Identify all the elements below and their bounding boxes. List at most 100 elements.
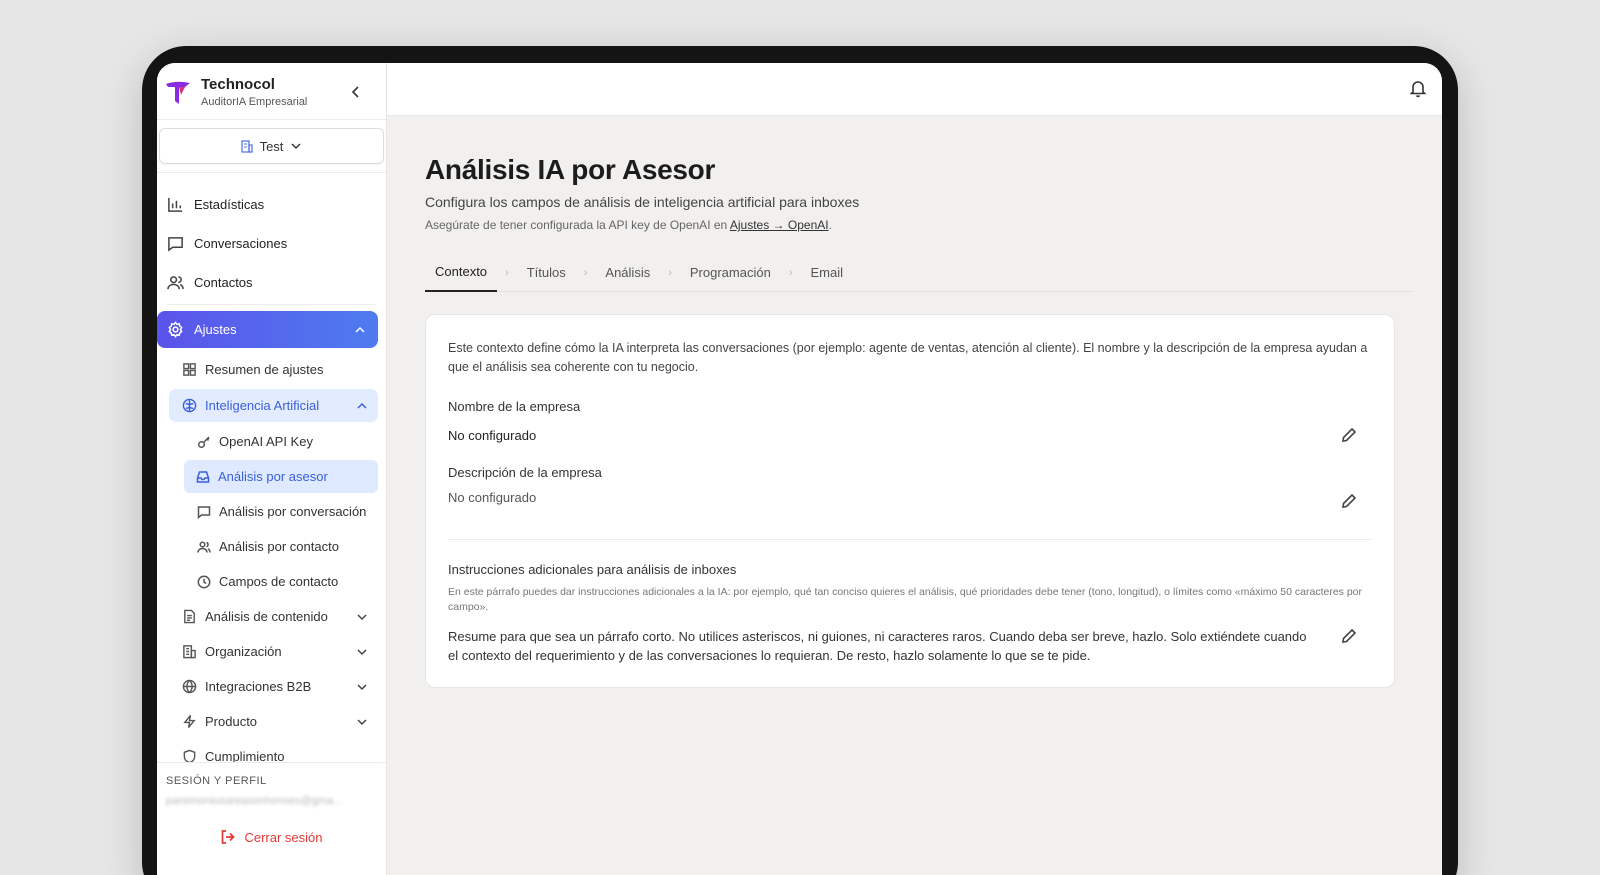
main-panel: Análisis IA por Asesor Configura los cam… <box>387 63 1442 875</box>
users-icon <box>167 276 184 290</box>
organization-select[interactable]: Test <box>159 128 384 164</box>
brand-header: Technocol AuditorIA Empresarial <box>157 63 386 120</box>
users-icon <box>197 540 211 553</box>
bell-icon <box>1409 81 1427 98</box>
chevron-right-icon: › <box>583 266 588 279</box>
nav-label: Análisis por asesor <box>218 469 328 484</box>
company-description-label: Descripción de la empresa <box>448 465 602 480</box>
organization-select-label: Test <box>259 138 284 154</box>
nav-item-contact-fields[interactable]: Campos de contacto <box>157 564 386 599</box>
nav-label: Ajustes <box>194 322 237 337</box>
tab-titles[interactable]: Títulos <box>517 254 576 292</box>
edit-company-name-button[interactable] <box>1341 427 1358 444</box>
nav-label: Resumen de ajustes <box>205 362 324 377</box>
page-note-suffix: . <box>828 218 832 232</box>
nav-divider <box>167 304 376 305</box>
chevron-left-icon <box>351 86 359 98</box>
session-profile-section: SESIÓN Y PERFIL parsimoniusareasonhonses… <box>157 762 386 875</box>
chevron-right-icon: › <box>668 266 672 279</box>
tab-email[interactable]: Email <box>800 254 853 292</box>
nav-item-conversations[interactable]: Conversaciones <box>157 224 386 263</box>
company-description-field: Descripción de la empresa No configurado <box>448 465 1372 508</box>
chevron-down-icon <box>357 613 367 620</box>
nav-item-content-analysis[interactable]: Análisis de contenido <box>157 599 386 634</box>
page-note: Asegúrate de tener configurada la API ke… <box>425 218 1414 232</box>
clock-icon <box>197 575 211 588</box>
chevron-down-icon <box>357 683 367 690</box>
session-profile-label: SESIÓN Y PERFIL <box>166 775 267 787</box>
nav-label: Inteligencia Artificial <box>205 398 320 413</box>
nav-item-openai-api-key[interactable]: OpenAI API Key <box>157 424 386 459</box>
instructions-value: Resume para que sea un párrafo corto. No… <box>448 629 1307 663</box>
app-screen: Technocol AuditorIA Empresarial Test Est… <box>157 63 1442 875</box>
nav-label: Organización <box>205 644 282 659</box>
nav-item-statistics[interactable]: Estadísticas <box>157 185 386 224</box>
tabs-bar: Contexto › Títulos › Análisis › Programa… <box>425 254 1414 292</box>
top-bar <box>387 63 1442 116</box>
card-divider <box>448 539 1372 540</box>
brand-name: Technocol <box>201 76 275 93</box>
page-content: Análisis IA por Asesor Configura los cam… <box>387 116 1442 688</box>
instructions-help: En este párrafo puedes dar instrucciones… <box>448 586 1363 613</box>
message-icon <box>197 505 211 519</box>
nav-item-artificial-intelligence[interactable]: Inteligencia Artificial <box>169 389 378 422</box>
tab-context[interactable]: Contexto <box>425 254 498 292</box>
nav-item-settings-summary[interactable]: Resumen de ajustes <box>157 352 386 387</box>
nav-label: Campos de contacto <box>219 574 339 589</box>
brain-icon <box>182 398 197 413</box>
chevron-right-icon: › <box>505 266 509 279</box>
lightning-icon <box>183 714 196 729</box>
building-icon <box>240 140 253 153</box>
nav-label: Producto <box>205 714 258 729</box>
nav-item-analysis-by-contact[interactable]: Análisis por contacto <box>157 529 386 564</box>
instructions-label: Instrucciones adicionales para análisis … <box>448 562 737 577</box>
pencil-icon <box>1342 427 1357 442</box>
notifications-button[interactable] <box>1408 78 1428 98</box>
nav-label: Estadísticas <box>194 197 265 212</box>
pencil-icon <box>1342 628 1357 643</box>
building-icon <box>183 645 196 659</box>
technocol-logo <box>166 81 190 104</box>
page-title: Análisis IA por Asesor <box>425 154 716 185</box>
context-card: Este contexto define cómo la IA interpre… <box>425 314 1395 688</box>
edit-company-description-button[interactable] <box>1341 493 1358 510</box>
grid-icon <box>183 363 196 376</box>
nav-label: OpenAI API Key <box>219 434 313 449</box>
collapse-sidebar-button[interactable] <box>344 80 368 104</box>
nav-item-b2b-integrations[interactable]: Integraciones B2B <box>157 669 386 704</box>
context-intro: Este contexto define cómo la IA interpre… <box>448 341 1368 374</box>
logout-button[interactable]: Cerrar sesión <box>166 829 377 845</box>
nav-item-product[interactable]: Producto <box>157 704 386 739</box>
openai-settings-link[interactable]: Ajustes → OpenAI <box>730 218 829 232</box>
chevron-down-icon <box>357 718 367 725</box>
key-icon <box>197 435 210 448</box>
nav-label: Análisis de contenido <box>205 609 328 624</box>
nav-label: Conversaciones <box>194 236 288 251</box>
brand-subtitle: AuditorIA Empresarial <box>201 96 308 108</box>
nav-label: Análisis por contacto <box>219 539 339 554</box>
nav-label: Contactos <box>194 275 253 290</box>
tab-scheduling[interactable]: Programación <box>680 254 781 292</box>
sidebar: Technocol AuditorIA Empresarial Test Est… <box>157 63 387 875</box>
page-note-text: Asegúrate de tener configurada la API ke… <box>425 218 730 232</box>
document-icon <box>184 609 195 624</box>
pencil-icon <box>1342 493 1357 508</box>
company-name-label: Nombre de la empresa <box>448 399 581 414</box>
nav-item-analysis-by-conversation[interactable]: Análisis por conversación <box>157 494 386 529</box>
chevron-down-icon <box>291 143 301 149</box>
nav-item-organization[interactable]: Organización <box>157 634 386 669</box>
nav-item-analysis-by-advisor[interactable]: Análisis por asesor <box>184 460 378 493</box>
company-name-field: Nombre de la empresa No configurado <box>448 399 1372 443</box>
nav-item-contacts[interactable]: Contactos <box>157 263 386 302</box>
chevron-up-icon <box>355 326 365 333</box>
company-name-value: No configurado <box>448 428 537 443</box>
tab-analysis[interactable]: Análisis <box>595 254 660 292</box>
logout-icon <box>222 830 236 844</box>
user-email: parsimoniusareasonhonses@gma... <box>166 795 343 807</box>
page-subtitle: Configura los campos de análisis de inte… <box>425 194 860 210</box>
globe-icon <box>182 679 197 694</box>
edit-instructions-button[interactable] <box>1341 628 1358 645</box>
nav-label: Integraciones B2B <box>205 679 312 694</box>
nav-item-settings[interactable]: Ajustes <box>157 311 378 348</box>
chevron-up-icon <box>357 402 367 409</box>
